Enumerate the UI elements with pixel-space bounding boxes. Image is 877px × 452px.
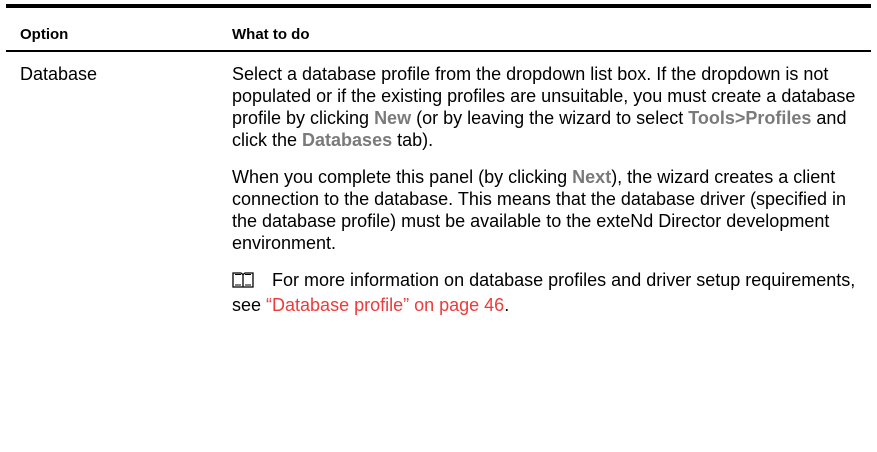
paragraph-more-info: For more information on database profile… [232, 269, 868, 316]
option-cell: Database [20, 64, 98, 84]
ui-label-next: Next [572, 167, 612, 187]
book-icon [232, 271, 254, 294]
text: (or by leaving the wizard to select [411, 108, 689, 128]
text: tab). [392, 130, 434, 150]
text: When you complete this panel (by clickin… [232, 167, 573, 187]
ui-label-new: New [374, 108, 412, 128]
table-top-rule [6, 4, 871, 8]
ui-label-databases: Databases [302, 130, 393, 150]
ui-label-tools-profiles: Tools>Profiles [688, 108, 812, 128]
cross-reference-link[interactable]: “Database profile” on page 46 [266, 295, 504, 315]
paragraph-client-connection: When you complete this panel (by clickin… [232, 166, 868, 254]
header-rule [6, 50, 871, 52]
column-header-option: Option [20, 26, 69, 43]
paragraph-select-profile: Select a database profile from the dropd… [232, 63, 868, 151]
what-to-do-cell: Select a database profile from the dropd… [232, 63, 868, 331]
text: . [504, 295, 510, 315]
document-page: Option What to do Database Select a data… [0, 0, 877, 452]
column-header-what-to-do: What to do [232, 26, 310, 43]
